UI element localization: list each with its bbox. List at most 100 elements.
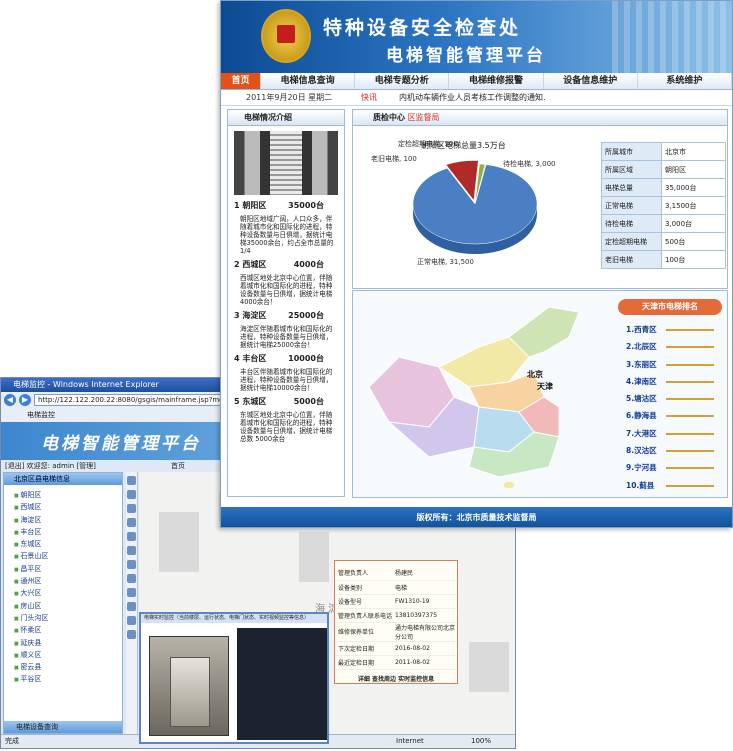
ranking-label: 10.蓟县 [626,480,655,490]
pointer-icon[interactable] [127,602,136,611]
map-block [299,532,329,582]
stats-header: 质检中心 区监督局 [353,110,727,126]
ranking-item[interactable]: 4.津南区 [626,373,722,390]
elevator-video-panel: 电梯实时监控（当前楼层、运行状态、电梯门状态、实时视频监控等信息） [139,612,329,744]
district-item[interactable]: 顺义区 [14,649,122,661]
district-item[interactable]: 房山区 [14,600,122,612]
district-item[interactable]: 密云县 [14,661,122,673]
ranking-item[interactable]: 5.塘沽区 [626,390,722,407]
ranking-item[interactable]: 7.大港区 [626,425,722,442]
menu-device-maintenance[interactable]: 设备信息维护 [544,73,638,89]
user-info[interactable]: [退出] 欢迎您: admin [管理] [5,462,96,470]
intro-count: 25000台 [288,311,324,320]
intro-desc: 西城区地处北京中心位置，伴随着城市化和国际化的进程，特种设备数量与日俱增，据统计… [240,274,333,306]
video-panel-title: 电梯实时监控（当前楼层、运行状态、电梯门状态、实时视频监控等信息） [141,614,327,623]
stats-tab-bureau[interactable]: 区监督局 [408,113,440,122]
intro-district[interactable]: 2 西城区 [234,259,266,270]
stats-table: 所属城市 北京市 所属区域 朝阳区 电梯总量 35,000台 正常电梯 3,1500台 … [601,142,726,269]
news-bar: 2011年9月20日 星期二 快讯 内机动车辆作业人员考核工作调整的通知. [221,90,732,106]
ranking-item[interactable]: 10.蓟县 [626,477,722,494]
intro-district[interactable]: 4 丰台区 [234,353,266,364]
menu-elevator-query[interactable]: 电梯信息查询 [261,73,356,89]
equipment-query-tab[interactable]: 电梯设备查询 [4,721,122,733]
intro-district[interactable]: 1 朝阳区 [234,200,266,211]
stats-key: 正常电梯 [601,196,662,215]
intro-desc: 丰台区伴随着城市化和国际化的进程，特种设备数量与日俱增，据统计电梯10000余台… [240,368,333,392]
district-panel-header[interactable]: 北京区县电梯信息 [4,473,122,485]
district-item[interactable]: 朝阳区 [14,489,122,501]
stats-panel: 质检中心 区监督局 朝阳区电梯总量3.5万台 正常电梯, 31,500 待检电梯,… [352,109,728,289]
district-item[interactable]: 大兴区 [14,587,122,599]
district-item[interactable]: 昌平区 [14,563,122,575]
info-value: 杨建民 [392,566,457,581]
select-icon[interactable] [127,560,136,569]
info-icon[interactable] [127,616,136,625]
zoom-in-icon[interactable] [127,476,136,485]
district-item[interactable]: 通州区 [14,575,122,587]
stats-value: 100台 [661,250,726,269]
district-item[interactable]: 延庆县 [14,637,122,649]
district-item[interactable]: 门头沟区 [14,612,122,624]
map-island-hainan[interactable] [502,480,516,490]
ranking-label: 7.大港区 [626,428,657,438]
intro-header: 电梯情况介绍 [228,110,344,126]
ranking-item[interactable]: 2.北辰区 [626,338,722,355]
pie-slice-label: 待检电梯, 3,000 [503,159,556,168]
ranking-label: 6.静海县 [626,411,657,421]
ranking-item[interactable]: 9.宁河县 [626,459,722,476]
district-item[interactable]: 西城区 [14,501,122,513]
menu-home[interactable]: 首页 [221,73,261,89]
menu-repair-alarm[interactable]: 电梯维修报警 [449,73,544,89]
print-icon[interactable] [127,574,136,583]
district-item[interactable]: 平谷区 [14,673,122,685]
intro-item: 1 朝阳区 35000台 朝阳区地域广阔，人口众多，伴随着城市化和国际化的进程，特… [228,200,344,255]
forward-icon[interactable]: ▶ [19,394,31,406]
zoom-level[interactable]: 100% [471,735,491,748]
district-item[interactable]: 怀柔区 [14,624,122,636]
intro-district[interactable]: 5 东城区 [234,396,266,407]
intro-count: 35000台 [288,201,324,210]
layer-icon[interactable] [127,588,136,597]
ranking-bar [666,380,714,383]
intro-desc: 朝阳区地域广阔，人口众多，伴随着城市化和国际化的进程，特种设备数量与日俱增，据统… [240,215,334,255]
refresh-icon[interactable] [127,532,136,541]
popup-links[interactable]: 详细 查找周边 实时监控信息 [335,674,457,683]
info-value: FW1310-19 [392,594,457,609]
stats-key: 电梯总量 [601,178,662,197]
back-icon[interactable]: ◀ [4,394,16,406]
menu-elevator-analysis[interactable]: 电梯专题分析 [355,73,450,89]
home-link[interactable]: 首页 [171,460,185,472]
district-item[interactable]: 东城区 [14,538,122,550]
ranking-item[interactable]: 6.静海县 [626,407,722,424]
intro-district[interactable]: 3 海淀区 [234,310,266,321]
camera-icon[interactable] [127,630,136,639]
info-value: 2016-08-02 [392,641,457,656]
ranking-bar [666,415,714,418]
ranking-item[interactable]: 8.汉沽区 [626,442,722,459]
stats-key: 所属城市 [601,142,662,161]
stats-value: 35,000台 [661,178,726,197]
info-value: 通力电梯有限公司北京分公司 [392,622,457,642]
ranking-item[interactable]: 1.西青区 [626,321,722,338]
district-item[interactable]: 丰台区 [14,526,122,538]
intro-item: 5 东城区 5000台 东城区地处北京中心位置，伴随着城市化和国际化的进程，特种设… [228,396,344,443]
menu-system-maintenance[interactable]: 系统维护 [638,73,732,89]
pan-icon[interactable] [127,504,136,513]
china-map[interactable]: 北京 天津 [359,297,609,493]
ranking-label: 1.西青区 [626,325,657,334]
header-building-image [612,1,732,73]
ranking-item[interactable]: 3.东丽区 [626,356,722,373]
ranking-bar [666,450,714,453]
zoom-out-icon[interactable] [127,490,136,499]
district-item[interactable]: 海淀区 [14,514,122,526]
intro-desc: 东城区地处北京中心位置，伴随着城市化和国际化的进程，特种设备数量与日俱增，据统计… [240,411,333,443]
globe-icon[interactable] [127,518,136,527]
intro-count: 5000台 [293,397,324,406]
news-ticker[interactable]: 内机动车辆作业人员考核工作调整的通知. [399,90,546,106]
info-key: 设备型号 [335,594,393,609]
map-block [159,512,199,572]
district-item[interactable]: 石景山区 [14,550,122,562]
ranking-list: 1.西青区 2.北辰区 3.东丽区 4.津南区 5.塘沽区 6.静海县 7.大港… [618,321,722,494]
measure-icon[interactable] [127,546,136,555]
stats-tab-center[interactable]: 质检中心 [373,113,405,122]
